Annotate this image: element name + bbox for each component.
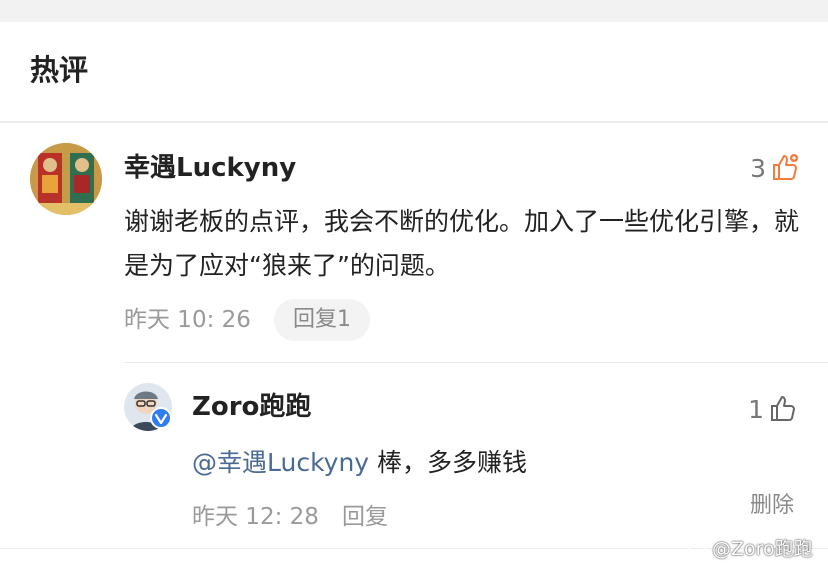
section-title: 热评 (30, 53, 89, 87)
reply-like-count: 1 (748, 395, 764, 424)
delete-button[interactable]: 删除 (750, 492, 794, 520)
comment-username[interactable]: 幸遇Luckyny (124, 151, 296, 185)
reply-text: @幸遇Luckyny 棒，多多赚钱 (192, 446, 527, 480)
comment-text: 谢谢老板的点评，我会不断的优化。加入了一些优化引擎，就是为了应对“狼来了”的问题… (124, 207, 800, 280)
like-button[interactable]: 3 (750, 152, 800, 186)
reply-button[interactable]: 回复 (342, 502, 388, 532)
thumbs-up-icon (768, 393, 798, 427)
weibo-logo-icon (688, 536, 708, 559)
thumbs-up-filled-icon (770, 152, 800, 186)
view-replies-button[interactable]: 回复1 (274, 299, 370, 341)
avatar[interactable] (30, 143, 102, 215)
reply-timestamp: 昨天 12: 28 (192, 504, 319, 530)
reply-username[interactable]: Zoro跑跑 (192, 390, 311, 424)
reply-like-button[interactable]: 1 (748, 393, 798, 427)
reply-body: 棒，多多赚钱 (369, 448, 528, 477)
watermark-text: @Zoro跑跑 (712, 538, 813, 560)
watermark: @Zoro跑跑 (688, 534, 813, 561)
comment-timestamp: 昨天 10: 26 (124, 307, 251, 333)
verified-badge-icon (150, 407, 172, 429)
like-count: 3 (750, 154, 766, 183)
top-strip (0, 0, 828, 22)
mention-link[interactable]: @幸遇Luckyny (192, 448, 369, 477)
section-divider (0, 121, 828, 123)
reply-divider (124, 362, 828, 363)
